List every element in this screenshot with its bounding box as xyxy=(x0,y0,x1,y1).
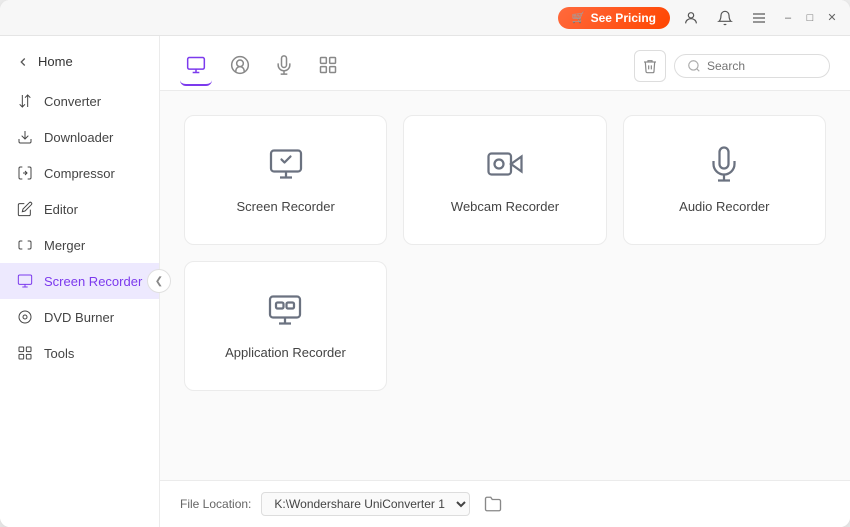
sidebar-item-converter[interactable]: Converter xyxy=(0,83,159,119)
merger-icon xyxy=(16,236,34,254)
compressor-icon xyxy=(16,164,34,182)
collapse-sidebar-button[interactable]: ❮ xyxy=(147,269,171,293)
search-input[interactable] xyxy=(707,59,817,73)
webcam-recorder-card-label: Webcam Recorder xyxy=(451,199,559,214)
file-location-label: File Location: xyxy=(180,497,251,511)
top-toolbar xyxy=(160,36,850,91)
webcam-recorder-card-icon xyxy=(487,146,523,187)
search-box xyxy=(674,54,830,78)
cards-area: Screen Recorder Webcam Recorder xyxy=(160,91,850,480)
sidebar-label-compressor: Compressor xyxy=(44,166,115,181)
sidebar-home[interactable]: Home xyxy=(0,46,159,77)
screen-recorder-card[interactable]: Screen Recorder xyxy=(184,115,387,245)
sidebar-label-screen-recorder: Screen Recorder xyxy=(44,274,142,289)
home-label: Home xyxy=(38,54,73,69)
screen-recorder-card-icon xyxy=(268,146,304,187)
sidebar-label-dvd-burner: DVD Burner xyxy=(44,310,114,325)
sidebar-item-downloader[interactable]: Downloader xyxy=(0,119,159,155)
see-pricing-button[interactable]: 🛒 See Pricing xyxy=(558,7,670,29)
bottom-bar: File Location: K:\Wondershare UniConvert… xyxy=(160,480,850,527)
app-window: 🛒 See Pricing xyxy=(0,0,850,527)
sidebar: Home Converter Downloader xyxy=(0,36,160,527)
sidebar-item-compressor[interactable]: Compressor xyxy=(0,155,159,191)
main-layout: Home Converter Downloader xyxy=(0,36,850,527)
window-controls: – □ ✕ xyxy=(780,10,840,26)
see-pricing-label: See Pricing xyxy=(591,11,656,25)
sidebar-item-dvd-burner[interactable]: DVD Burner xyxy=(0,299,159,335)
close-button[interactable]: ✕ xyxy=(824,10,840,26)
content-area: Screen Recorder Webcam Recorder xyxy=(160,36,850,527)
tab-webcam[interactable] xyxy=(224,54,256,86)
screen-recorder-card-label: Screen Recorder xyxy=(237,199,335,214)
tab-application[interactable] xyxy=(312,54,344,86)
cart-icon: 🛒 xyxy=(572,11,586,24)
webcam-recorder-card[interactable]: Webcam Recorder xyxy=(403,115,606,245)
cards-row-1: Screen Recorder Webcam Recorder xyxy=(184,115,826,245)
sidebar-label-editor: Editor xyxy=(44,202,78,217)
audio-recorder-card-icon xyxy=(706,146,742,187)
title-bar-icons xyxy=(678,5,772,31)
search-icon xyxy=(687,59,701,73)
sidebar-label-converter: Converter xyxy=(44,94,101,109)
tools-icon xyxy=(16,344,34,362)
user-icon[interactable] xyxy=(678,5,704,31)
sidebar-item-merger[interactable]: Merger xyxy=(0,227,159,263)
minimize-button[interactable]: – xyxy=(780,10,796,26)
sidebar-label-downloader: Downloader xyxy=(44,130,113,145)
tab-icons xyxy=(180,54,344,86)
tab-audio[interactable] xyxy=(268,54,300,86)
cards-row-2: Application Recorder xyxy=(184,261,826,391)
application-recorder-card[interactable]: Application Recorder xyxy=(184,261,387,391)
delete-button[interactable] xyxy=(634,50,666,82)
audio-recorder-card-label: Audio Recorder xyxy=(679,199,769,214)
converter-icon xyxy=(16,92,34,110)
screen-recorder-icon xyxy=(16,272,34,290)
sidebar-item-screen-recorder[interactable]: Screen Recorder ❮ xyxy=(0,263,159,299)
tab-screen[interactable] xyxy=(180,54,212,86)
maximize-button[interactable]: □ xyxy=(802,10,818,26)
file-location-select[interactable]: K:\Wondershare UniConverter 1 xyxy=(261,492,470,516)
audio-recorder-card[interactable]: Audio Recorder xyxy=(623,115,826,245)
menu-icon[interactable] xyxy=(746,5,772,31)
application-recorder-card-icon xyxy=(267,292,303,333)
sidebar-item-editor[interactable]: Editor xyxy=(0,191,159,227)
sidebar-label-tools: Tools xyxy=(44,346,74,361)
editor-icon xyxy=(16,200,34,218)
toolbar-right xyxy=(634,50,830,90)
sidebar-item-tools[interactable]: Tools xyxy=(0,335,159,371)
dvd-icon xyxy=(16,308,34,326)
downloader-icon xyxy=(16,128,34,146)
application-recorder-card-label: Application Recorder xyxy=(225,345,346,360)
notification-icon[interactable] xyxy=(712,5,738,31)
title-bar: 🛒 See Pricing xyxy=(0,0,850,36)
open-folder-button[interactable] xyxy=(480,491,506,517)
sidebar-label-merger: Merger xyxy=(44,238,85,253)
